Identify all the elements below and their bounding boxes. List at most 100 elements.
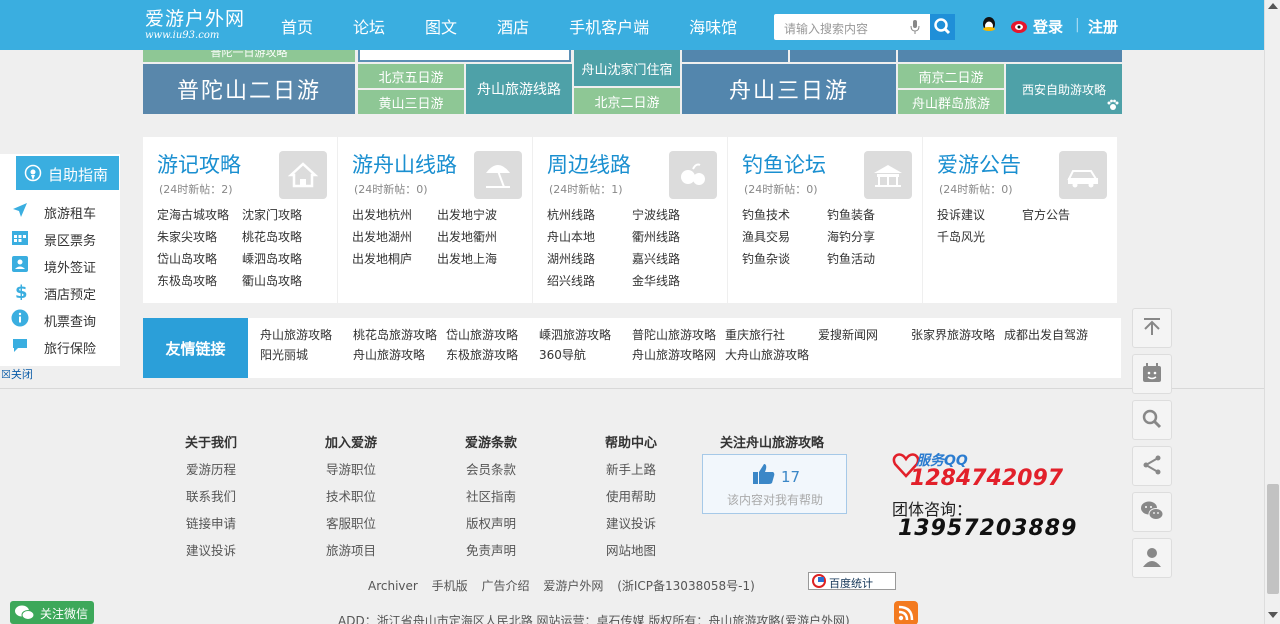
link-item[interactable]: 岱山岛攻略 [157, 251, 242, 267]
link-item[interactable]: 嘉兴线路 [632, 251, 717, 267]
link-item[interactable]: 千岛风光 [937, 229, 1022, 245]
link-item[interactable]: 宁波线路 [632, 207, 717, 223]
link-item[interactable]: 嵊泗岛攻略 [242, 251, 327, 267]
guide-item-hotel[interactable]: $ 酒店预定 [11, 281, 121, 303]
footer-link[interactable]: 新手上路 [600, 459, 662, 478]
search-input[interactable]: 请输入搜索内容 [774, 14, 930, 40]
nav-seafood[interactable]: 海味馆 [689, 14, 737, 38]
nav-hotel[interactable]: 酒店 [497, 14, 529, 38]
friend-link[interactable]: 普陀山旅游攻略 [632, 326, 725, 343]
link-item[interactable]: 钓鱼技术 [742, 207, 827, 223]
footer-link[interactable]: 社区指南 [460, 486, 522, 505]
close-side-guide-button[interactable]: ☒关闭 [1, 366, 33, 382]
link-item[interactable]: 出发地宁波 [437, 207, 522, 223]
tile-partial[interactable] [682, 50, 788, 62]
friend-link[interactable]: 爱搜新闻网 [818, 326, 911, 343]
tile-beijing-2day[interactable]: 北京二日游 [574, 88, 680, 114]
guide-item-flights[interactable]: 机票查询 [11, 308, 121, 330]
tile-xian-guide[interactable]: 西安自助游攻略 [1006, 64, 1122, 114]
link-item[interactable]: 朱家尖攻略 [157, 229, 242, 245]
card-title[interactable]: 钓鱼论坛 [742, 149, 826, 179]
microphone-icon[interactable] [910, 19, 920, 38]
footer-link[interactable]: 导游职位 [320, 459, 382, 478]
link-item[interactable]: 湖州线路 [547, 251, 632, 267]
guide-item-visa[interactable]: 境外签证 [11, 254, 121, 276]
link-item[interactable]: 投诉建议 [937, 207, 1022, 223]
footer-link[interactable]: 技术职位 [320, 486, 382, 505]
back-to-top-button[interactable] [1132, 308, 1172, 348]
tile-partial[interactable] [898, 50, 1122, 62]
friend-link[interactable]: 桃花岛旅游攻略 [353, 326, 446, 343]
archiver-link[interactable]: Archiver [368, 579, 418, 593]
friend-link[interactable]: 舟山旅游攻略网 [632, 346, 725, 363]
tile-partial[interactable] [790, 50, 896, 62]
friend-link[interactable]: 360导航 [539, 346, 632, 363]
link-item[interactable]: 出发地衢州 [437, 229, 522, 245]
link-item[interactable]: 衢州线路 [632, 229, 717, 245]
link-item[interactable]: 东极岛攻略 [157, 273, 242, 289]
footer-link[interactable]: 网站地图 [600, 540, 662, 559]
card-title[interactable]: 周边线路 [547, 149, 631, 179]
scroll-down-arrow-icon[interactable] [1268, 612, 1278, 618]
friend-link[interactable]: 嵊泗旅游攻略 [539, 326, 632, 343]
link-item[interactable]: 桃花岛攻略 [242, 229, 327, 245]
link-item[interactable]: 出发地桐庐 [352, 251, 437, 267]
scroll-thumb[interactable] [1267, 484, 1279, 594]
self-guide-header[interactable]: 自助指南 [16, 156, 119, 190]
tile-zhoushan-3day[interactable]: 舟山三日游 [682, 64, 896, 114]
friend-link[interactable]: 舟山旅游攻略 [353, 346, 446, 363]
customer-service-button[interactable] [1132, 538, 1172, 578]
wechat-tool-button[interactable] [1132, 492, 1172, 532]
link-item[interactable]: 海钓分享 [827, 229, 912, 245]
qq-login-icon[interactable] [980, 16, 998, 37]
footer-link[interactable]: 联系我们 [180, 486, 242, 505]
footer-link[interactable]: 爱游历程 [180, 459, 242, 478]
link-item[interactable]: 杭州线路 [547, 207, 632, 223]
friend-link[interactable]: 舟山旅游攻略 [260, 326, 353, 343]
card-title[interactable]: 游舟山线路 [352, 149, 457, 179]
link-item[interactable]: 绍兴线路 [547, 273, 632, 289]
mobile-link[interactable]: 手机版 [432, 579, 468, 593]
share-button[interactable] [1132, 446, 1172, 486]
link-item[interactable]: 渔具交易 [742, 229, 827, 245]
friend-link[interactable]: 成都出发自驾游 [1004, 326, 1097, 343]
ads-link[interactable]: 广告介绍 [482, 579, 530, 593]
link-item[interactable]: 沈家门攻略 [242, 207, 327, 223]
footer-link[interactable]: 旅游项目 [320, 540, 382, 559]
footer-link[interactable]: 版权声明 [460, 513, 522, 532]
baidu-stat-badge[interactable]: 百度统计 [808, 572, 896, 590]
tile-putuo-2day[interactable]: 普陀山二日游 [143, 64, 355, 114]
link-item[interactable]: 舟山本地 [547, 229, 632, 245]
friend-link[interactable]: 岱山旅游攻略 [446, 326, 539, 343]
link-item[interactable]: 出发地上海 [437, 251, 522, 267]
nav-gallery[interactable]: 图文 [425, 14, 457, 38]
site-link[interactable]: 爱游户外网 [543, 579, 603, 593]
footer-link[interactable]: 建议投诉 [180, 540, 242, 559]
tile-beijing-5day[interactable]: 北京五日游 [358, 64, 464, 88]
register-link[interactable]: 注册 [1088, 16, 1118, 37]
guide-item-insurance[interactable]: 旅行保险 [11, 335, 121, 357]
card-title[interactable]: 爱游公告 [937, 149, 1021, 179]
guide-item-tickets[interactable]: 景区票务 [11, 227, 121, 249]
friend-link[interactable]: 张家界旅游攻略 [911, 326, 1004, 343]
nav-forum[interactable]: 论坛 [353, 14, 385, 38]
friend-link[interactable]: 重庆旅行社 [725, 326, 818, 343]
link-item[interactable]: 钓鱼杂谈 [742, 251, 827, 267]
footer-link[interactable]: 免责声明 [460, 540, 522, 559]
friend-link[interactable]: 阳光丽城 [260, 346, 353, 363]
tile-islands-tour[interactable]: 舟山群岛旅游 [898, 90, 1004, 114]
site-logo[interactable]: 爱游户外网 www.iu93.com [145, 8, 245, 42]
checkin-button[interactable] [1132, 354, 1172, 394]
friend-link[interactable]: 大舟山旅游攻略 [725, 346, 818, 363]
link-item[interactable]: 钓鱼装备 [827, 207, 912, 223]
search-button[interactable] [930, 14, 955, 40]
footer-link[interactable]: 使用帮助 [600, 486, 662, 505]
search-tool-button[interactable] [1132, 400, 1172, 440]
icp-link[interactable]: (浙ICP备13038058号-1) [617, 579, 755, 593]
tile-white-box[interactable] [358, 50, 571, 62]
link-item[interactable]: 定海古城攻略 [157, 207, 242, 223]
footer-link[interactable]: 建议投诉 [600, 513, 662, 532]
weibo-login-icon[interactable] [1010, 16, 1030, 37]
footer-link[interactable]: 会员条款 [460, 459, 522, 478]
scroll-up-arrow-icon[interactable] [1268, 3, 1278, 9]
